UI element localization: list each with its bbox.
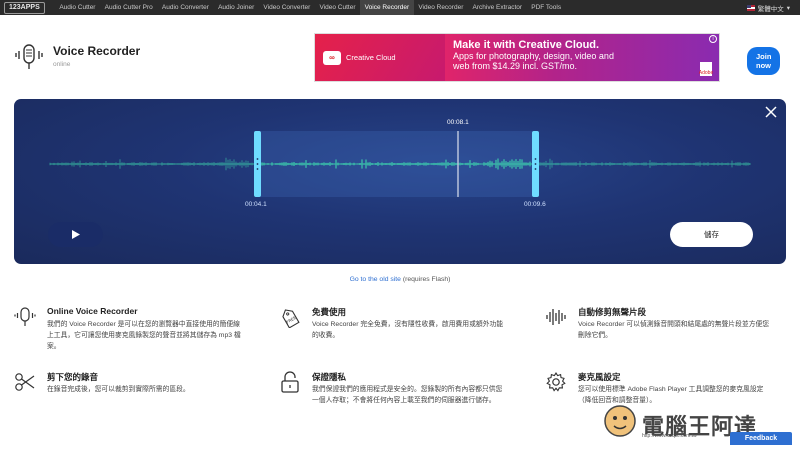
nav-item-audio-joiner[interactable]: Audio Joiner <box>214 0 259 15</box>
gear-icon <box>546 371 566 392</box>
app-logo[interactable]: 123APPS <box>4 1 45 14</box>
scissors-icon <box>15 373 35 391</box>
end-time: 00:09.6 <box>524 201 546 208</box>
microphone-icon <box>15 44 43 69</box>
nav-item-pdf-tools[interactable]: PDF Tools <box>527 0 566 15</box>
join-now-button[interactable]: Join now <box>747 47 781 75</box>
ad-headline: Make it with Creative Cloud. <box>453 39 600 51</box>
free-tag-icon: FREE <box>282 309 300 328</box>
feature-title: 保證隱私 <box>312 372 347 382</box>
nav-item-audio-converter[interactable]: Audio Converter <box>157 0 213 15</box>
watermark-url: http://www.kocpc.com.tw <box>642 433 697 439</box>
waveform-icon <box>546 309 566 325</box>
ad-brand: ∞ Creative Cloud <box>315 34 445 81</box>
feature-title: 剪下您的錄音 <box>47 372 99 382</box>
current-time: 00:08.1 <box>447 119 469 126</box>
nav-item-audio-cutter-pro[interactable]: Audio Cutter Pro <box>100 0 157 15</box>
feature-title: Online Voice Recorder <box>47 306 138 316</box>
nav-items: Audio Cutter Audio Cutter Pro Audio Conv… <box>55 0 566 15</box>
old-site-line: Go to the old site (requires Flash) <box>0 276 800 283</box>
play-button[interactable] <box>48 222 103 247</box>
ad-info-icon[interactable]: i <box>709 35 717 43</box>
feature-desc: Voice Recorder 完全免費，沒有隱性收費，啟用費用或額外功能的收費。 <box>312 321 504 339</box>
mascot-logo-icon <box>604 405 636 437</box>
nav-item-audio-cutter[interactable]: Audio Cutter <box>55 0 100 15</box>
ad-copy: Apps for photography, design, video and … <box>453 51 614 71</box>
play-icon <box>71 230 80 239</box>
language-label: 繁體中文 <box>757 5 784 13</box>
page-title: Voice Recorder <box>53 44 141 58</box>
status-text: online <box>53 61 71 68</box>
nav-item-video-converter[interactable]: Video Converter <box>259 0 315 15</box>
close-icon[interactable] <box>764 105 778 119</box>
feature-desc: 我們的 Voice Recorder 是可以在您的瀏覽器中直接使用的簡便線上工具… <box>47 321 241 350</box>
feedback-button[interactable]: Feedback <box>730 432 792 445</box>
feature-desc: 在錄音完成後，您可以裁剪到實際所需的區段。 <box>47 386 190 393</box>
lock-icon <box>281 371 299 393</box>
save-button[interactable]: 儲存 <box>670 222 753 247</box>
top-nav: 123APPS Audio Cutter Audio Cutter Pro Au… <box>0 0 800 15</box>
adobe-logo-icon: Adobe <box>698 62 714 76</box>
old-site-link[interactable]: Go to the old site <box>350 276 401 283</box>
ad-banner[interactable]: ∞ Creative Cloud Make it with Creative C… <box>314 33 781 82</box>
feature-desc: 我們保證我們的應用程式是安全的。您錄製的所有內容都只供您一個人存取；不會將任何內… <box>312 386 503 404</box>
chevron-down-icon: ▾ <box>786 4 790 12</box>
feature-title: 免費使用 <box>312 307 347 317</box>
flag-icon <box>746 4 755 11</box>
microphone-icon <box>14 307 36 326</box>
start-time: 00:04.1 <box>245 201 267 208</box>
recorder-panel: 00:08.1 00:04.1 00:09.6 儲存 <box>14 99 786 264</box>
feature-title: 麥克風設定 <box>578 372 621 382</box>
creative-cloud-logo-icon: ∞ <box>323 50 341 65</box>
feature-desc: Voice Recorder 可以偵測錄音開頭和結尾處的無聲片段並方便您刪除它們… <box>578 321 770 339</box>
nav-item-video-cutter[interactable]: Video Cutter <box>315 0 360 15</box>
old-site-note: (requires Flash) <box>400 276 451 283</box>
nav-item-video-recorder[interactable]: Video Recorder <box>414 0 468 15</box>
ad-brand-label: Creative Cloud <box>346 53 396 62</box>
nav-item-archive-extractor[interactable]: Archive Extractor <box>468 0 527 15</box>
language-selector[interactable]: 繁體中文 ▾ <box>746 0 790 15</box>
nav-item-voice-recorder[interactable]: Voice Recorder <box>360 0 414 15</box>
ad-content: Make it with Creative Cloud. Apps for ph… <box>445 34 781 81</box>
feature-title: 自動修剪無聲片段 <box>578 307 647 317</box>
adobe-label: Adobe <box>698 70 714 76</box>
